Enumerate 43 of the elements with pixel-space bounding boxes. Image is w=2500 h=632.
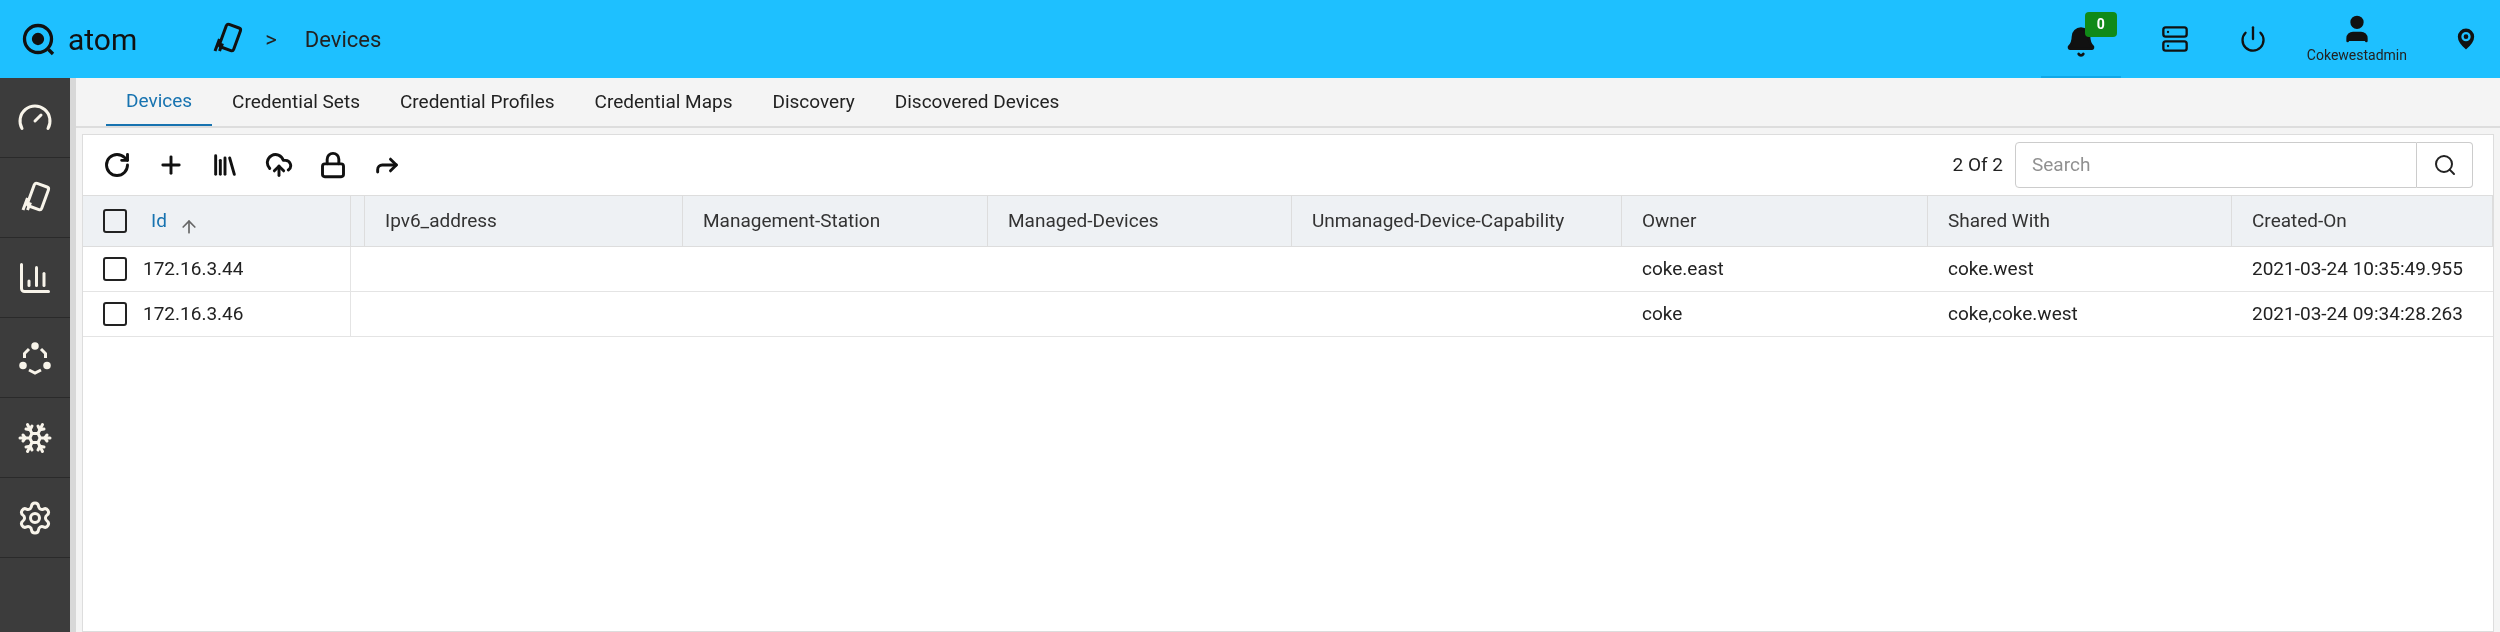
record-count: 2 Of 2	[1952, 151, 2003, 178]
tab[interactable]: Devices	[106, 78, 213, 126]
tab[interactable]: Credential Profiles	[379, 78, 575, 126]
breadcrumb: Devices	[304, 25, 382, 54]
table-cell-text: coke	[1642, 300, 1683, 327]
notification-badge: 0	[2084, 12, 2117, 37]
lock-icon	[319, 151, 347, 179]
logo-icon	[20, 21, 56, 57]
table-cell-text: coke.east	[1642, 255, 1724, 282]
tab[interactable]: Credential Maps	[574, 78, 753, 126]
server-list-icon[interactable]	[2160, 25, 2189, 53]
power-icon[interactable]	[2238, 25, 2267, 53]
tab[interactable]: Credential Sets	[212, 78, 380, 126]
tab[interactable]: Discovered Devices	[874, 78, 1080, 126]
column-header[interactable]: Managed-Devices	[1008, 206, 1159, 236]
table-cell-text: 172.16.3.44	[143, 255, 244, 282]
search-field[interactable]: Search	[2015, 142, 2417, 188]
column-header[interactable]: Shared With	[1948, 206, 2050, 236]
cloud-upload-icon	[265, 151, 293, 179]
settings-icon[interactable]	[17, 499, 53, 536]
logo-text: atom	[68, 20, 138, 59]
select-all-checkbox[interactable]	[103, 209, 127, 233]
user-name[interactable]: Cokewestadmin	[2306, 44, 2407, 66]
breadcrumb-separator: >	[265, 25, 277, 54]
column-header[interactable]: Ipv6_address	[385, 206, 497, 236]
row-checkbox[interactable]	[103, 302, 127, 326]
table-cell-text: 172.16.3.46	[143, 300, 244, 327]
table-cell-text: 2021-03-24 10:35:49.955	[2252, 255, 2463, 282]
search-button[interactable]	[2417, 142, 2473, 188]
tab[interactable]: Discovery	[752, 78, 875, 126]
table-cell-text: coke,coke.west	[1948, 300, 2078, 327]
search-icon	[2432, 153, 2457, 177]
column-header[interactable]: Id	[151, 206, 167, 236]
table-cell-text: 2021-03-24 09:34:28.263	[2252, 300, 2463, 327]
column-header[interactable]: Unmanaged-Device-Capability	[1312, 206, 1565, 236]
stack-icon	[211, 151, 239, 179]
row-checkbox[interactable]	[103, 257, 127, 281]
refresh-icon	[103, 151, 131, 179]
column-header[interactable]: Created-On	[2252, 206, 2347, 236]
table-cell-text: coke.west	[1948, 255, 2034, 282]
column-header[interactable]: Owner	[1642, 206, 1697, 236]
column-header[interactable]: Management-Station	[703, 206, 881, 236]
network-icon[interactable]	[17, 339, 53, 376]
